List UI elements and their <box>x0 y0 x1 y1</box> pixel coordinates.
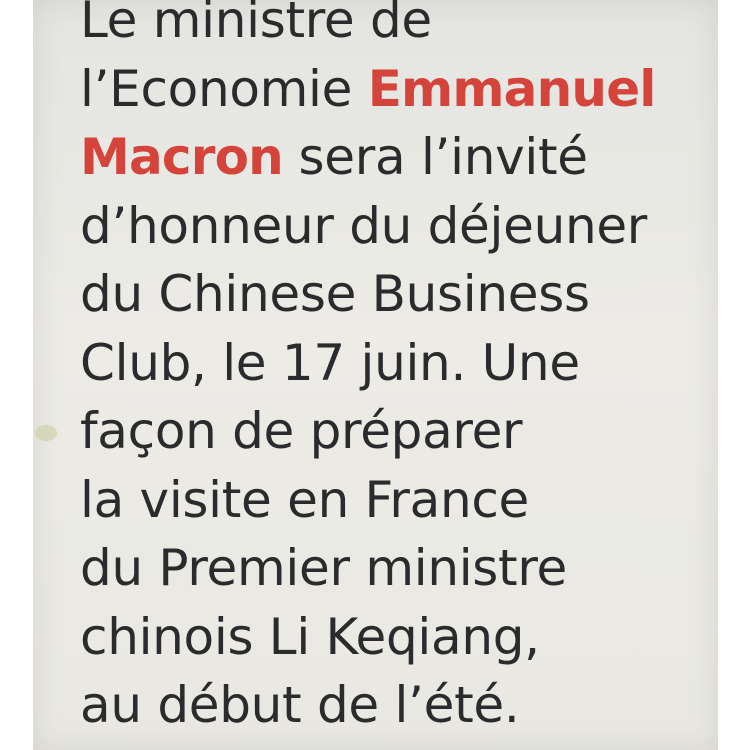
article-line-10: chinois Li Keqiang, <box>80 603 700 672</box>
line-text: du Premier ministre <box>80 539 567 597</box>
screenshot-page: Le ministre de l’Economie Emmanuel Macro… <box>0 0 750 750</box>
article-line-9: du Premier ministre <box>80 534 700 603</box>
article-line-3: Macron sera l’invité <box>80 123 700 192</box>
line-text: l’Economie <box>80 59 368 118</box>
article-line-7: façon de préparer <box>80 397 700 466</box>
article-line-4: d’honneur du déjeuner <box>80 192 700 261</box>
line-text: sera l’invité <box>282 128 589 186</box>
line-text: au début de l’été. <box>80 676 520 734</box>
article-line-6: Club, le 17 juin. Une <box>80 329 700 398</box>
highlighted-name-last: Macron <box>80 128 284 186</box>
article-line-1: Le ministre de <box>80 0 700 55</box>
article-line-8: la visite en France <box>80 466 700 535</box>
line-text: Le ministre de <box>80 0 432 49</box>
line-text: chinois Li Keqiang, <box>80 607 540 666</box>
article-line-5: du Chinese Business <box>80 260 700 329</box>
highlighted-name-first: Emmanuel <box>367 59 657 118</box>
article-paragraph: Le ministre de l’Economie Emmanuel Macro… <box>80 0 700 740</box>
line-text: d’honneur du déjeuner <box>80 196 648 255</box>
line-text: la visite en France <box>80 470 530 529</box>
article-line-2: l’Economie Emmanuel <box>80 55 700 124</box>
line-text: façon de préparer <box>80 402 523 460</box>
line-text: du Chinese Business <box>80 265 590 323</box>
paper-speck <box>35 425 57 441</box>
line-text: Club, le 17 juin. Une <box>80 333 580 392</box>
article-line-11: au début de l’été. <box>80 671 700 740</box>
